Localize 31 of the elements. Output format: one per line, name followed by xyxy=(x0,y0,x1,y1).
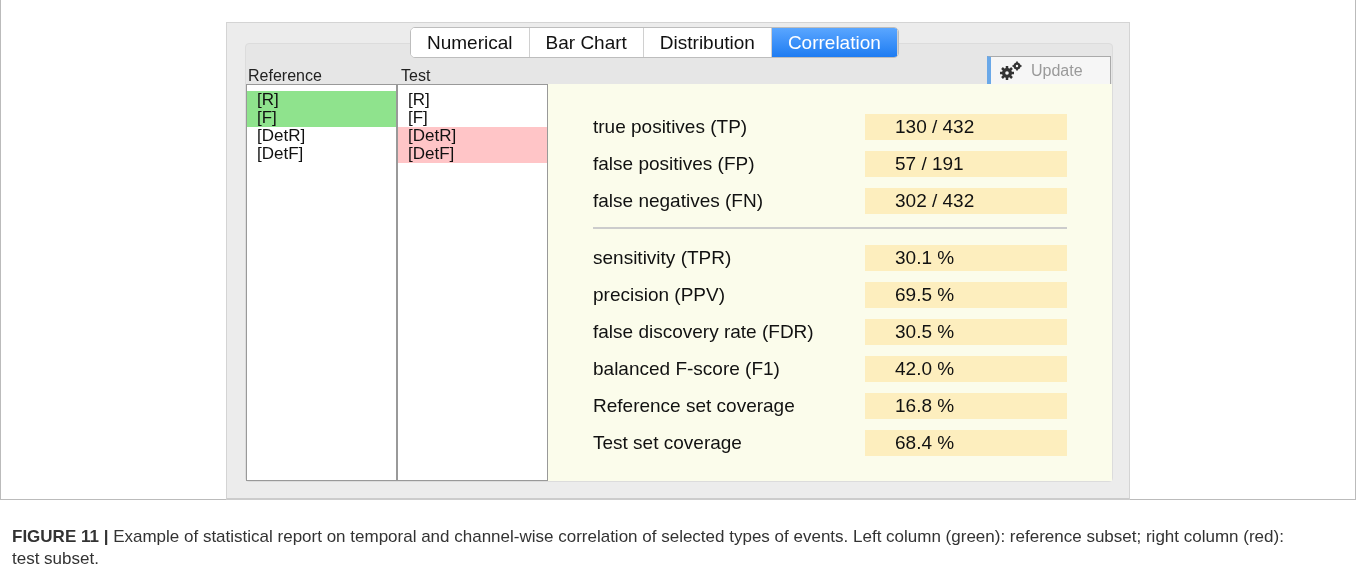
stat-label: precision (PPV) xyxy=(593,283,726,306)
list-item[interactable]: [DetF] xyxy=(398,145,547,163)
stat-label: false negatives (FN) xyxy=(593,189,764,212)
list-item[interactable]: [F] xyxy=(398,109,547,127)
stat-label: false discovery rate (FDR) xyxy=(593,320,815,343)
stat-label: sensitivity (TPR) xyxy=(593,246,733,269)
list-item[interactable]: [F] xyxy=(247,109,396,127)
stat-value: 130 / 432 xyxy=(865,113,1067,140)
list-item[interactable]: [DetR] xyxy=(247,127,396,145)
stat-value: 42.0 % xyxy=(865,355,1067,382)
stat-value: 68.4 % xyxy=(865,429,1067,456)
list-item[interactable]: [R] xyxy=(398,91,547,109)
tab[interactable]: Numerical xyxy=(411,28,530,57)
list-item[interactable]: [DetF] xyxy=(247,145,396,163)
stat-label: false positives (FP) xyxy=(593,152,756,175)
stat-value: 30.5 % xyxy=(865,318,1067,345)
stat-label: balanced F-score (F1) xyxy=(593,357,781,380)
column-heading: Test xyxy=(400,67,432,85)
stat-value: 16.8 % xyxy=(865,392,1067,419)
stat-label: Test set coverage xyxy=(593,431,743,454)
list-item[interactable]: [R] xyxy=(247,91,396,109)
stat-value: 30.1 % xyxy=(865,244,1067,271)
list-item[interactable]: [DetR] xyxy=(398,127,547,145)
gears-icon xyxy=(999,61,1023,81)
column-heading: Reference xyxy=(247,67,323,85)
stat-label: true positives (TP) xyxy=(593,115,749,138)
stat-value: 302 / 432 xyxy=(865,187,1067,214)
stat-value: 57 / 191 xyxy=(865,150,1067,177)
stat-value: 69.5 % xyxy=(865,281,1067,308)
stat-label: Reference set coverage xyxy=(593,394,796,417)
figure-caption: FIGURE 11 | Example of statistical report on temporal and channel-wise correlation of selected types of events. Left column (green): reference subset; right column (red): test subset. xyxy=(11,526,1285,570)
